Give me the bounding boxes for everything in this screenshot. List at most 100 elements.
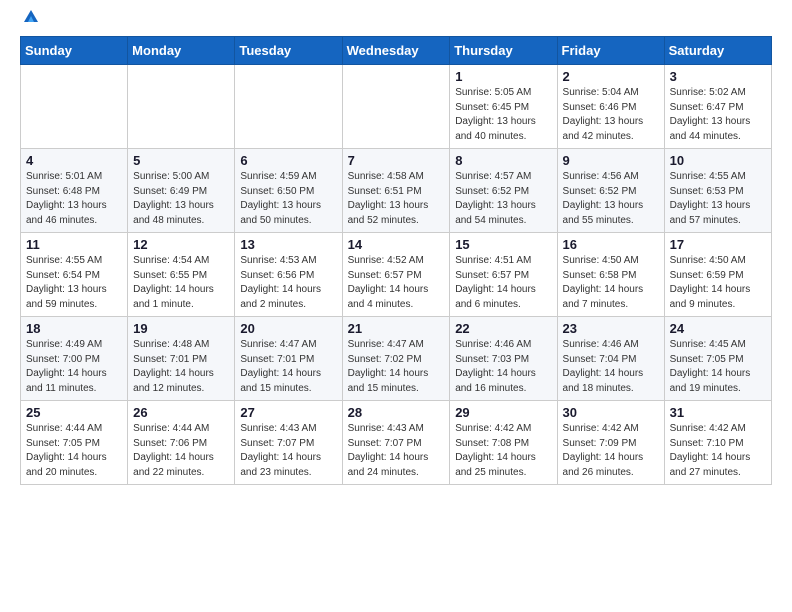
calendar-cell [21, 65, 128, 149]
calendar-cell: 6Sunrise: 4:59 AM Sunset: 6:50 PM Daylig… [235, 149, 342, 233]
calendar-cell: 30 Sunrise: 4:42 AM Sunset: 7:09 PM Dayli… [557, 401, 664, 485]
day-info: Sunrise: 4:47 AM Sunset: 7:02 PM Dayligh… [348, 338, 445, 396]
calendar-cell: 15 Sunrise: 4:51 AM Sunset: 6:57 PM Dayli… [450, 233, 557, 317]
day-info: Sunrise: 4:43 AM Sunset: 7:07 PM Dayligh… [348, 422, 445, 480]
day-number: 6 [240, 153, 336, 168]
day-number: 12 [133, 237, 229, 252]
calendar-cell: 3 Sunrise: 5:02 AM Sunset: 6:47 PM Daylig… [664, 65, 771, 149]
calendar-cell: 2Sunrise: 5:04 AM Sunset: 6:46 PM Daylig… [557, 65, 664, 149]
calendar-cell: 7Sunrise: 4:58 AM Sunset: 6:51 PM Daylig… [342, 149, 450, 233]
day-number: 27 [240, 405, 336, 420]
calendar-cell: 10 Sunrise: 4:55 AM Sunset: 6:53 PM Dayli… [664, 149, 771, 233]
day-number: 9 [563, 153, 659, 168]
calendar-cell: 9 Sunrise: 4:56 AM Sunset: 6:52 PM Daylig… [557, 149, 664, 233]
day-info: Sunrise: 4:55 AM Sunset: 6:53 PM Dayligh… [670, 170, 766, 228]
day-info: Sunrise: 4:53 AM Sunset: 6:56 PM Dayligh… [240, 254, 336, 312]
day-info: Sunrise: 4:44 AM Sunset: 7:05 PM Dayligh… [26, 422, 122, 480]
calendar-cell: 22Sunrise: 4:46 AM Sunset: 7:03 PM Dayli… [450, 317, 557, 401]
calendar-week-row: 18 Sunrise: 4:49 AM Sunset: 7:00 PM Dayli… [21, 317, 772, 401]
day-number: 30 [563, 405, 659, 420]
calendar-cell [128, 65, 235, 149]
day-number: 20 [240, 321, 336, 336]
calendar-header-row: SundayMondayTuesdayWednesdayThursdayFrid… [21, 37, 772, 65]
day-number: 24 [670, 321, 766, 336]
day-info: Sunrise: 5:00 AM Sunset: 6:49 PM Dayligh… [133, 170, 229, 228]
calendar-cell: 5 Sunrise: 5:00 AM Sunset: 6:49 PM Daylig… [128, 149, 235, 233]
day-info: Sunrise: 4:43 AM Sunset: 7:07 PM Dayligh… [240, 422, 336, 480]
calendar-cell: 26 Sunrise: 4:44 AM Sunset: 7:06 PM Dayli… [128, 401, 235, 485]
day-number: 3 [670, 69, 766, 84]
calendar-cell: 21Sunrise: 4:47 AM Sunset: 7:02 PM Dayli… [342, 317, 450, 401]
calendar-cell: 8Sunrise: 4:57 AM Sunset: 6:52 PM Daylig… [450, 149, 557, 233]
weekday-header-saturday: Saturday [664, 37, 771, 65]
weekday-header-friday: Friday [557, 37, 664, 65]
day-number: 18 [26, 321, 122, 336]
calendar-table: SundayMondayTuesdayWednesdayThursdayFrid… [20, 36, 772, 485]
day-info: Sunrise: 4:51 AM Sunset: 6:57 PM Dayligh… [455, 254, 551, 312]
calendar-cell: 20 Sunrise: 4:47 AM Sunset: 7:01 PM Dayli… [235, 317, 342, 401]
day-number: 15 [455, 237, 551, 252]
calendar-cell: 29 Sunrise: 4:42 AM Sunset: 7:08 PM Dayli… [450, 401, 557, 485]
calendar-cell: 31 Sunrise: 4:42 AM Sunset: 7:10 PM Dayli… [664, 401, 771, 485]
day-info: Sunrise: 4:44 AM Sunset: 7:06 PM Dayligh… [133, 422, 229, 480]
header [20, 16, 772, 26]
weekday-header-monday: Monday [128, 37, 235, 65]
logo-icon [22, 8, 40, 26]
day-info: Sunrise: 5:01 AM Sunset: 6:48 PM Dayligh… [26, 170, 122, 228]
calendar-cell: 18 Sunrise: 4:49 AM Sunset: 7:00 PM Dayli… [21, 317, 128, 401]
calendar-cell: 12 Sunrise: 4:54 AM Sunset: 6:55 PM Dayli… [128, 233, 235, 317]
day-number: 14 [348, 237, 445, 252]
day-number: 29 [455, 405, 551, 420]
day-number: 13 [240, 237, 336, 252]
day-info: Sunrise: 4:58 AM Sunset: 6:51 PM Dayligh… [348, 170, 445, 228]
day-number: 31 [670, 405, 766, 420]
calendar-week-row: 25Sunrise: 4:44 AM Sunset: 7:05 PM Dayli… [21, 401, 772, 485]
day-number: 26 [133, 405, 229, 420]
calendar-cell: 14 Sunrise: 4:52 AM Sunset: 6:57 PM Dayli… [342, 233, 450, 317]
calendar-cell: 17 Sunrise: 4:50 AM Sunset: 6:59 PM Dayli… [664, 233, 771, 317]
calendar-cell [235, 65, 342, 149]
day-info: Sunrise: 4:47 AM Sunset: 7:01 PM Dayligh… [240, 338, 336, 396]
day-info: Sunrise: 4:42 AM Sunset: 7:09 PM Dayligh… [563, 422, 659, 480]
day-number: 17 [670, 237, 766, 252]
day-number: 5 [133, 153, 229, 168]
day-info: Sunrise: 4:48 AM Sunset: 7:01 PM Dayligh… [133, 338, 229, 396]
weekday-header-sunday: Sunday [21, 37, 128, 65]
day-info: Sunrise: 4:52 AM Sunset: 6:57 PM Dayligh… [348, 254, 445, 312]
day-info: Sunrise: 4:50 AM Sunset: 6:59 PM Dayligh… [670, 254, 766, 312]
calendar-cell: 16Sunrise: 4:50 AM Sunset: 6:58 PM Dayli… [557, 233, 664, 317]
day-info: Sunrise: 4:46 AM Sunset: 7:04 PM Dayligh… [563, 338, 659, 396]
day-number: 28 [348, 405, 445, 420]
calendar-week-row: 1 Sunrise: 5:05 AM Sunset: 6:45 PM Daylig… [21, 65, 772, 149]
calendar-cell: 19 Sunrise: 4:48 AM Sunset: 7:01 PM Dayli… [128, 317, 235, 401]
page: SundayMondayTuesdayWednesdayThursdayFrid… [0, 0, 792, 501]
calendar-cell: 25Sunrise: 4:44 AM Sunset: 7:05 PM Dayli… [21, 401, 128, 485]
day-number: 10 [670, 153, 766, 168]
day-number: 19 [133, 321, 229, 336]
calendar-cell: 4 Sunrise: 5:01 AM Sunset: 6:48 PM Daylig… [21, 149, 128, 233]
calendar-week-row: 4 Sunrise: 5:01 AM Sunset: 6:48 PM Daylig… [21, 149, 772, 233]
day-number: 1 [455, 69, 551, 84]
day-number: 23 [563, 321, 659, 336]
day-info: Sunrise: 5:05 AM Sunset: 6:45 PM Dayligh… [455, 86, 551, 144]
day-info: Sunrise: 4:49 AM Sunset: 7:00 PM Dayligh… [26, 338, 122, 396]
calendar-cell: 28 Sunrise: 4:43 AM Sunset: 7:07 PM Dayli… [342, 401, 450, 485]
day-info: Sunrise: 5:02 AM Sunset: 6:47 PM Dayligh… [670, 86, 766, 144]
day-info: Sunrise: 4:54 AM Sunset: 6:55 PM Dayligh… [133, 254, 229, 312]
day-number: 8 [455, 153, 551, 168]
calendar-cell: 11Sunrise: 4:55 AM Sunset: 6:54 PM Dayli… [21, 233, 128, 317]
day-number: 4 [26, 153, 122, 168]
day-info: Sunrise: 4:55 AM Sunset: 6:54 PM Dayligh… [26, 254, 122, 312]
day-info: Sunrise: 4:42 AM Sunset: 7:08 PM Dayligh… [455, 422, 551, 480]
calendar-cell: 27 Sunrise: 4:43 AM Sunset: 7:07 PM Dayli… [235, 401, 342, 485]
day-number: 16 [563, 237, 659, 252]
calendar-cell: 23 Sunrise: 4:46 AM Sunset: 7:04 PM Dayli… [557, 317, 664, 401]
logo [20, 16, 40, 26]
calendar-cell: 13 Sunrise: 4:53 AM Sunset: 6:56 PM Dayli… [235, 233, 342, 317]
weekday-header-thursday: Thursday [450, 37, 557, 65]
day-number: 22 [455, 321, 551, 336]
day-info: Sunrise: 4:42 AM Sunset: 7:10 PM Dayligh… [670, 422, 766, 480]
calendar-cell: 24Sunrise: 4:45 AM Sunset: 7:05 PM Dayli… [664, 317, 771, 401]
weekday-header-tuesday: Tuesday [235, 37, 342, 65]
day-info: Sunrise: 4:56 AM Sunset: 6:52 PM Dayligh… [563, 170, 659, 228]
